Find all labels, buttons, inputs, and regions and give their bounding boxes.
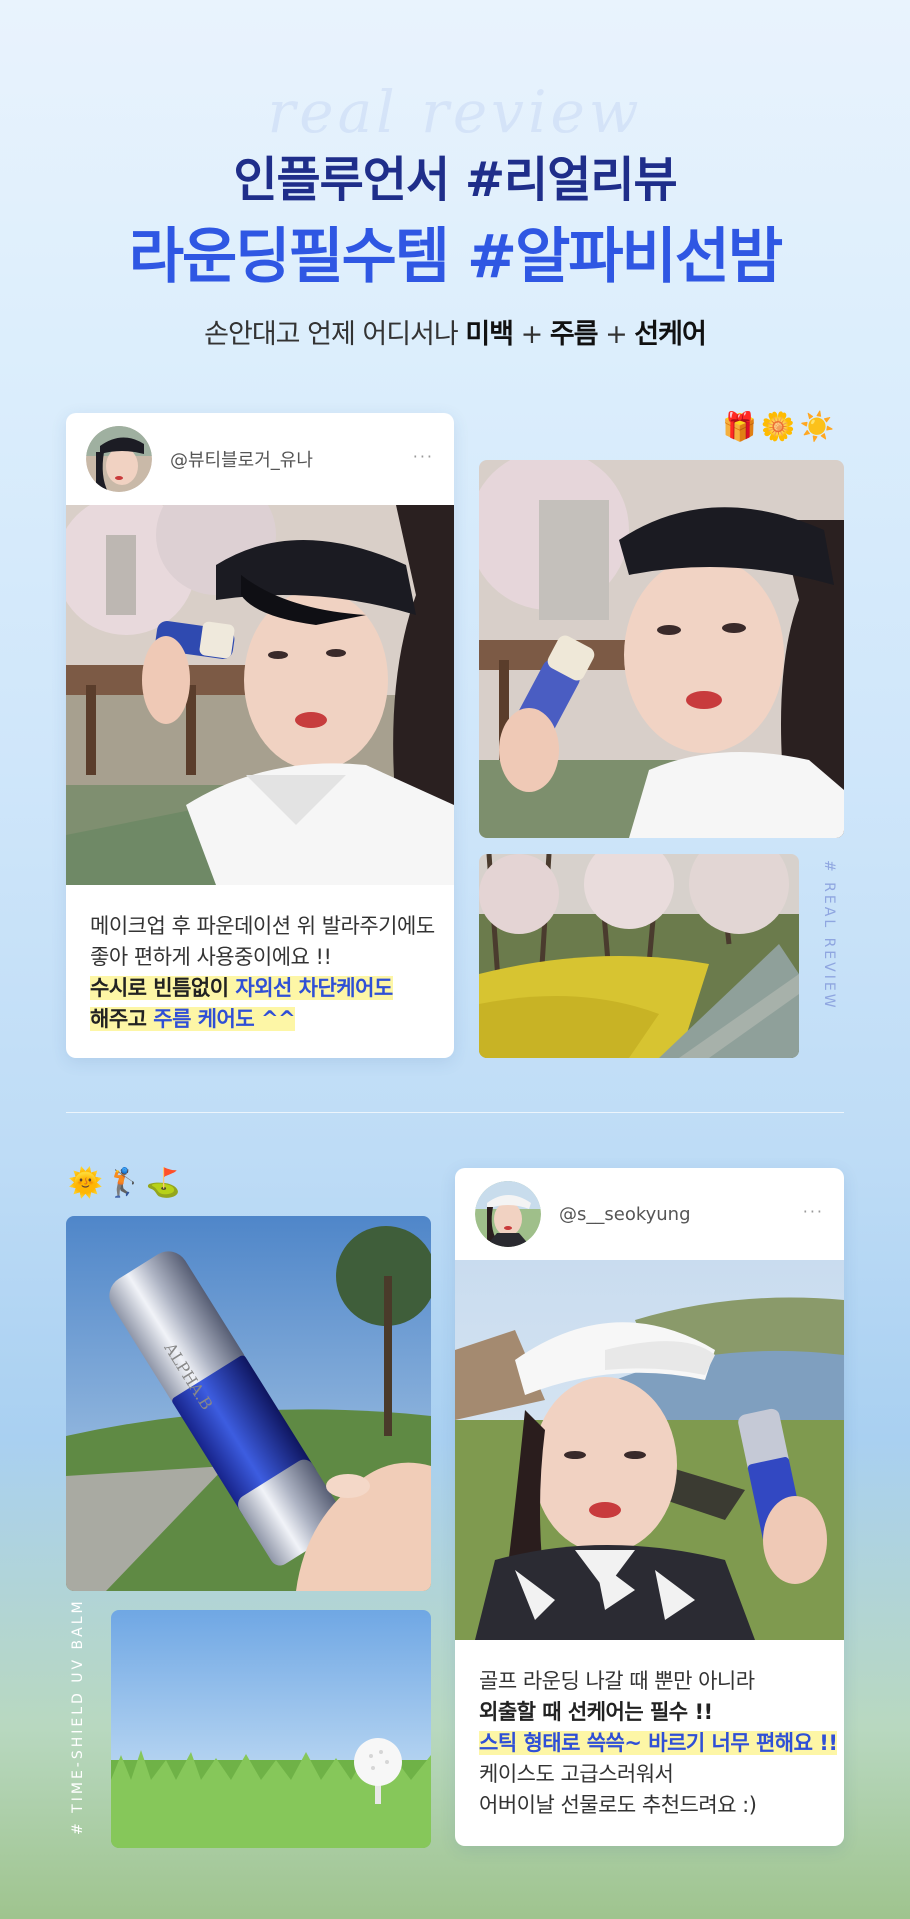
decorative-script-text: real review	[267, 78, 643, 146]
caption-line: 메이크업 후 파운데이션 위 발라주기에도	[90, 914, 435, 938]
caption-highlight: 스틱 형태로 쓱쓱~ 바르기 너무 편해요 !!	[479, 1731, 838, 1755]
caption-line: 어버이날 선물로도 추천드려요 :)	[479, 1793, 757, 1817]
page-title-line2: 라운딩필수템 #알파비선밤	[128, 222, 783, 292]
caption-highlight: 해주고 주름 케어도 ^^	[90, 1007, 296, 1031]
review-caption: 골프 라운딩 나갈 때 뿐만 아니라 외출할 때 선케어는 필수 !! 스틱 형…	[455, 1640, 844, 1846]
avatar[interactable]	[86, 426, 152, 492]
subtitle-plus: +	[513, 319, 550, 350]
review-card-2: @s__seokyung ··· 골프 라운딩 나갈 때 뿐만 아니라 외출할 …	[455, 1168, 844, 1846]
emoji-decoration: 🎁🌼☀️	[722, 410, 839, 443]
side-photo-product: ALPHA.B	[66, 1216, 431, 1591]
page-title-line1: 인플루언서 #리얼리뷰	[233, 152, 677, 208]
caption-highlight-text: 수시로 빈틈없이	[90, 976, 236, 1000]
caption-highlight-keyword: 주름 케어도 ^^	[153, 1007, 296, 1031]
avatar[interactable]	[475, 1181, 541, 1247]
side-photo-path	[479, 854, 799, 1058]
page-subtitle: 손안대고 언제 어디서나 미백 + 주름 + 선케어	[0, 312, 910, 351]
review-photo-main	[455, 1260, 844, 1640]
more-options-icon[interactable]: ···	[803, 1202, 824, 1221]
caption-highlight: 수시로 빈틈없이 자외선 차단케어도	[90, 976, 393, 1000]
caption-line: 외출할 때 선케어는 필수 !!	[479, 1700, 713, 1724]
subtitle-prefix: 손안대고 언제 어디서나	[204, 319, 459, 350]
caption-line: 해주고 주름 케어도 ^^	[90, 1004, 430, 1035]
review-handle[interactable]: @뷰티블로거_유나	[170, 446, 313, 472]
caption-line: 스틱 형태로 쓱쓱~ 바르기 너무 편해요 !!	[479, 1728, 838, 1759]
emoji-decoration: 🌞🏌️⛳	[68, 1166, 185, 1199]
subtitle-keyword-suncare: 선케어	[634, 319, 707, 350]
more-options-icon[interactable]: ···	[413, 447, 434, 466]
caption-highlight-text: 해주고	[90, 1007, 154, 1031]
subtitle-keyword-wrinkle: 주름	[549, 319, 599, 350]
caption-line: 좋아 편하게 사용중이에요 !!	[90, 945, 332, 969]
caption-line: 케이스도 고급스러워서	[479, 1762, 674, 1786]
caption-line: 수시로 빈틈없이 자외선 차단케어도	[90, 973, 430, 1004]
review-handle[interactable]: @s__seokyung	[559, 1204, 691, 1225]
caption-line: 골프 라운딩 나갈 때 뿐만 아니라	[479, 1669, 755, 1693]
side-vertical-label: # REAL REVIEW	[821, 860, 837, 1011]
review-card-header: @뷰티블로거_유나 ···	[66, 413, 454, 505]
section-divider	[66, 1112, 844, 1113]
subtitle-plus: +	[597, 319, 635, 350]
side-photo-golf-ball	[111, 1610, 431, 1848]
side-vertical-label: # TIME-SHIELD UV BALM	[70, 1598, 86, 1835]
review-caption: 메이크업 후 파운데이션 위 발라주기에도 좋아 편하게 사용중이에요 !! 수…	[66, 885, 454, 1058]
review-card-1: @뷰티블로거_유나 ··· 메이크업 후 파운데이션 위 발라주기에도 좋아 편…	[66, 413, 454, 1058]
review-card-header: @s__seokyung ···	[455, 1168, 844, 1260]
subtitle-keyword-whitening: 미백	[465, 319, 514, 350]
caption-highlight-keyword: 자외선 차단케어도	[235, 976, 393, 1000]
side-photo-selfie	[479, 460, 844, 838]
review-photo-main	[66, 505, 454, 885]
